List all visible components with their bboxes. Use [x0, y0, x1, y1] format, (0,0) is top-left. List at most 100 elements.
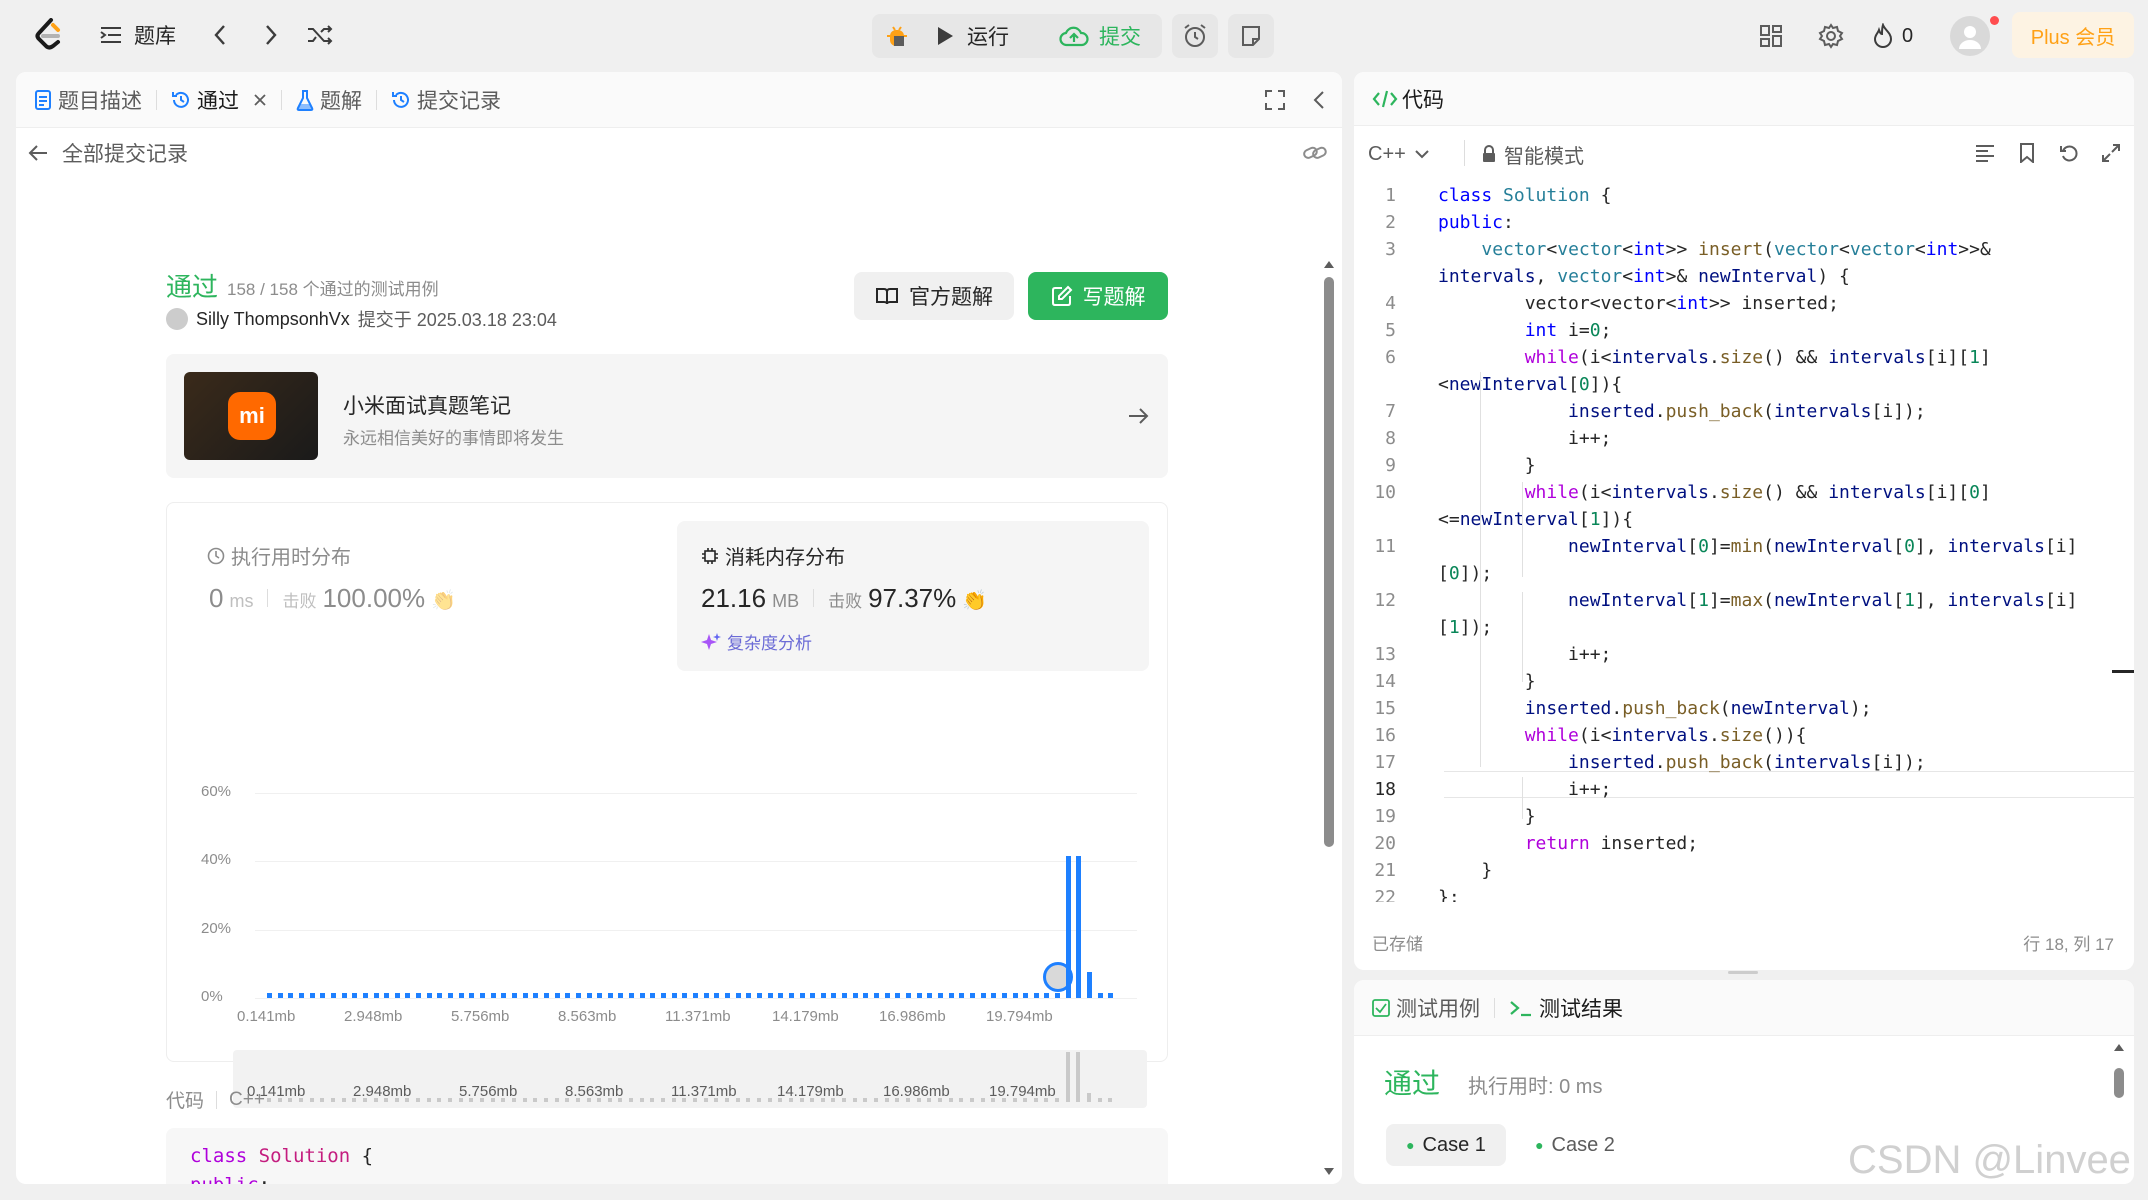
chart-bar[interactable] — [991, 992, 997, 998]
chart-bar[interactable] — [288, 992, 294, 998]
case-2-tab[interactable]: ● Case 2 — [1520, 1124, 1630, 1166]
language-select[interactable]: C++ — [1368, 136, 1430, 172]
plus-member-button[interactable]: Plus 会员 — [2012, 12, 2134, 58]
chart-bar[interactable] — [639, 992, 645, 998]
chart-bar[interactable] — [682, 992, 688, 998]
chart-bar[interactable] — [906, 992, 911, 998]
chart-bar[interactable] — [330, 992, 336, 998]
chart-bar[interactable] — [799, 992, 805, 998]
chart-bar[interactable] — [575, 992, 581, 998]
chart-bar[interactable] — [1087, 972, 1093, 998]
write-solution-button[interactable]: 写题解 — [1028, 272, 1168, 320]
chart-bar[interactable] — [629, 992, 635, 998]
chart-bar[interactable] — [586, 992, 592, 998]
chart-bar[interactable] — [511, 992, 517, 998]
chart-bar[interactable] — [1033, 992, 1039, 998]
chart-bar[interactable] — [831, 992, 837, 998]
chart-bar[interactable] — [874, 992, 880, 998]
layout-icon[interactable] — [1755, 20, 1787, 52]
code-editor[interactable]: 1 class Solution {2 public: 3 vector<vector… — [1354, 182, 2134, 902]
memory-distribution-chart[interactable]: 60% 40% 20% 0% 0.141mb 2.948mb 5.756mb 8.563mb 1… — [167, 683, 1167, 1108]
chart-bar[interactable] — [1001, 992, 1007, 998]
run-button[interactable]: 运行 — [935, 17, 1009, 55]
chart-bar[interactable] — [309, 992, 315, 998]
format-icon[interactable] — [1970, 138, 2000, 168]
chart-bar[interactable] — [394, 992, 400, 998]
expand-icon[interactable] — [2096, 138, 2126, 168]
chart-bar[interactable] — [597, 992, 603, 998]
next-problem-icon[interactable] — [256, 20, 286, 50]
collapse-panel-icon[interactable] — [1304, 85, 1334, 115]
tab-accepted[interactable]: 通过 — [157, 72, 281, 128]
chart-bar[interactable] — [384, 992, 390, 998]
chart-bar[interactable] — [607, 992, 613, 998]
back-to-all-submissions[interactable]: 全部提交记录 — [28, 136, 188, 170]
user-avatar[interactable] — [1950, 16, 1990, 56]
chart-bar[interactable] — [778, 992, 784, 998]
chart-bar[interactable] — [373, 992, 379, 998]
submitter-name[interactable]: Silly ThompsonhVx — [196, 309, 350, 330]
submit-button[interactable]: 提交 — [1042, 17, 1158, 55]
streak-counter[interactable]: 0 — [1872, 20, 1913, 52]
chart-bar[interactable] — [842, 992, 848, 998]
fullscreen-icon[interactable] — [1260, 85, 1290, 115]
chart-bar[interactable] — [277, 992, 283, 998]
settings-gear-icon[interactable] — [1815, 20, 1847, 52]
promo-banner[interactable]: mi 小米面试真题笔记 永远相信美好的事情即将发生 — [166, 354, 1168, 478]
chart-bar[interactable] — [895, 992, 901, 998]
chart-bar[interactable] — [980, 992, 986, 998]
runtime-title-row[interactable]: 执行用时分布 — [207, 541, 351, 570]
chart-bar[interactable] — [884, 992, 890, 998]
chart-bar[interactable] — [352, 992, 358, 998]
tab-code[interactable]: 代码 — [1354, 72, 1458, 127]
chart-bar[interactable] — [522, 992, 528, 998]
chart-bar[interactable] — [362, 992, 368, 998]
chart-bar[interactable] — [543, 992, 549, 998]
tab-testcases[interactable]: 测试用例 — [1354, 980, 1494, 1036]
chart-bar[interactable] — [298, 992, 304, 998]
chart-bar[interactable] — [650, 992, 656, 998]
chart-bar[interactable] — [480, 992, 485, 998]
chart-bar[interactable] — [448, 992, 454, 998]
chart-bar[interactable] — [693, 992, 698, 998]
chart-bar[interactable] — [501, 992, 507, 998]
chart-bar[interactable] — [1076, 856, 1082, 998]
official-solution-button[interactable]: 官方题解 — [854, 272, 1014, 320]
chart-bar[interactable] — [533, 992, 539, 998]
chart-bar[interactable] — [565, 992, 571, 998]
chart-bar[interactable] — [863, 992, 869, 998]
chart-bar[interactable] — [746, 992, 752, 998]
memory-box[interactable]: 消耗内存分布 21.16 MB 击败 97.37% 👏 复杂度分析 — [677, 521, 1149, 671]
chart-bar[interactable] — [927, 992, 933, 998]
leetcode-logo-icon[interactable] — [30, 16, 68, 54]
chart-bar[interactable] — [469, 992, 475, 998]
reset-icon[interactable] — [2054, 138, 2084, 168]
left-scrollbar[interactable] — [1322, 182, 1336, 1182]
close-icon[interactable] — [253, 93, 267, 107]
chart-bar[interactable] — [490, 992, 496, 998]
chart-bar[interactable] — [959, 992, 965, 998]
tab-description[interactable]: 题目描述 — [16, 72, 156, 128]
link-icon[interactable] — [1300, 138, 1330, 168]
chart-bar[interactable] — [756, 992, 762, 998]
tab-submissions[interactable]: 提交记录 — [377, 72, 515, 128]
chart-bar[interactable] — [937, 992, 943, 998]
chart-bar[interactable] — [1108, 992, 1114, 998]
smart-mode-toggle[interactable]: 智能模式 — [1482, 136, 1584, 172]
chart-bar[interactable] — [405, 992, 411, 998]
chart-bar[interactable] — [788, 992, 794, 998]
chart-bar[interactable] — [820, 992, 826, 998]
chart-bar[interactable] — [852, 992, 858, 998]
chart-bar[interactable] — [767, 992, 773, 998]
note-icon[interactable] — [1228, 14, 1274, 58]
chart-bar[interactable] — [341, 992, 347, 998]
chart-bar[interactable] — [554, 992, 560, 998]
chart-bar[interactable] — [267, 992, 272, 998]
chart-bar[interactable] — [1055, 992, 1061, 998]
chart-bar[interactable] — [1065, 856, 1071, 998]
resize-handle[interactable] — [1728, 971, 1758, 974]
chart-bar[interactable] — [1044, 992, 1050, 998]
chart-bar[interactable] — [416, 992, 422, 998]
chart-bar[interactable] — [671, 992, 677, 998]
avatar[interactable] — [166, 308, 188, 330]
